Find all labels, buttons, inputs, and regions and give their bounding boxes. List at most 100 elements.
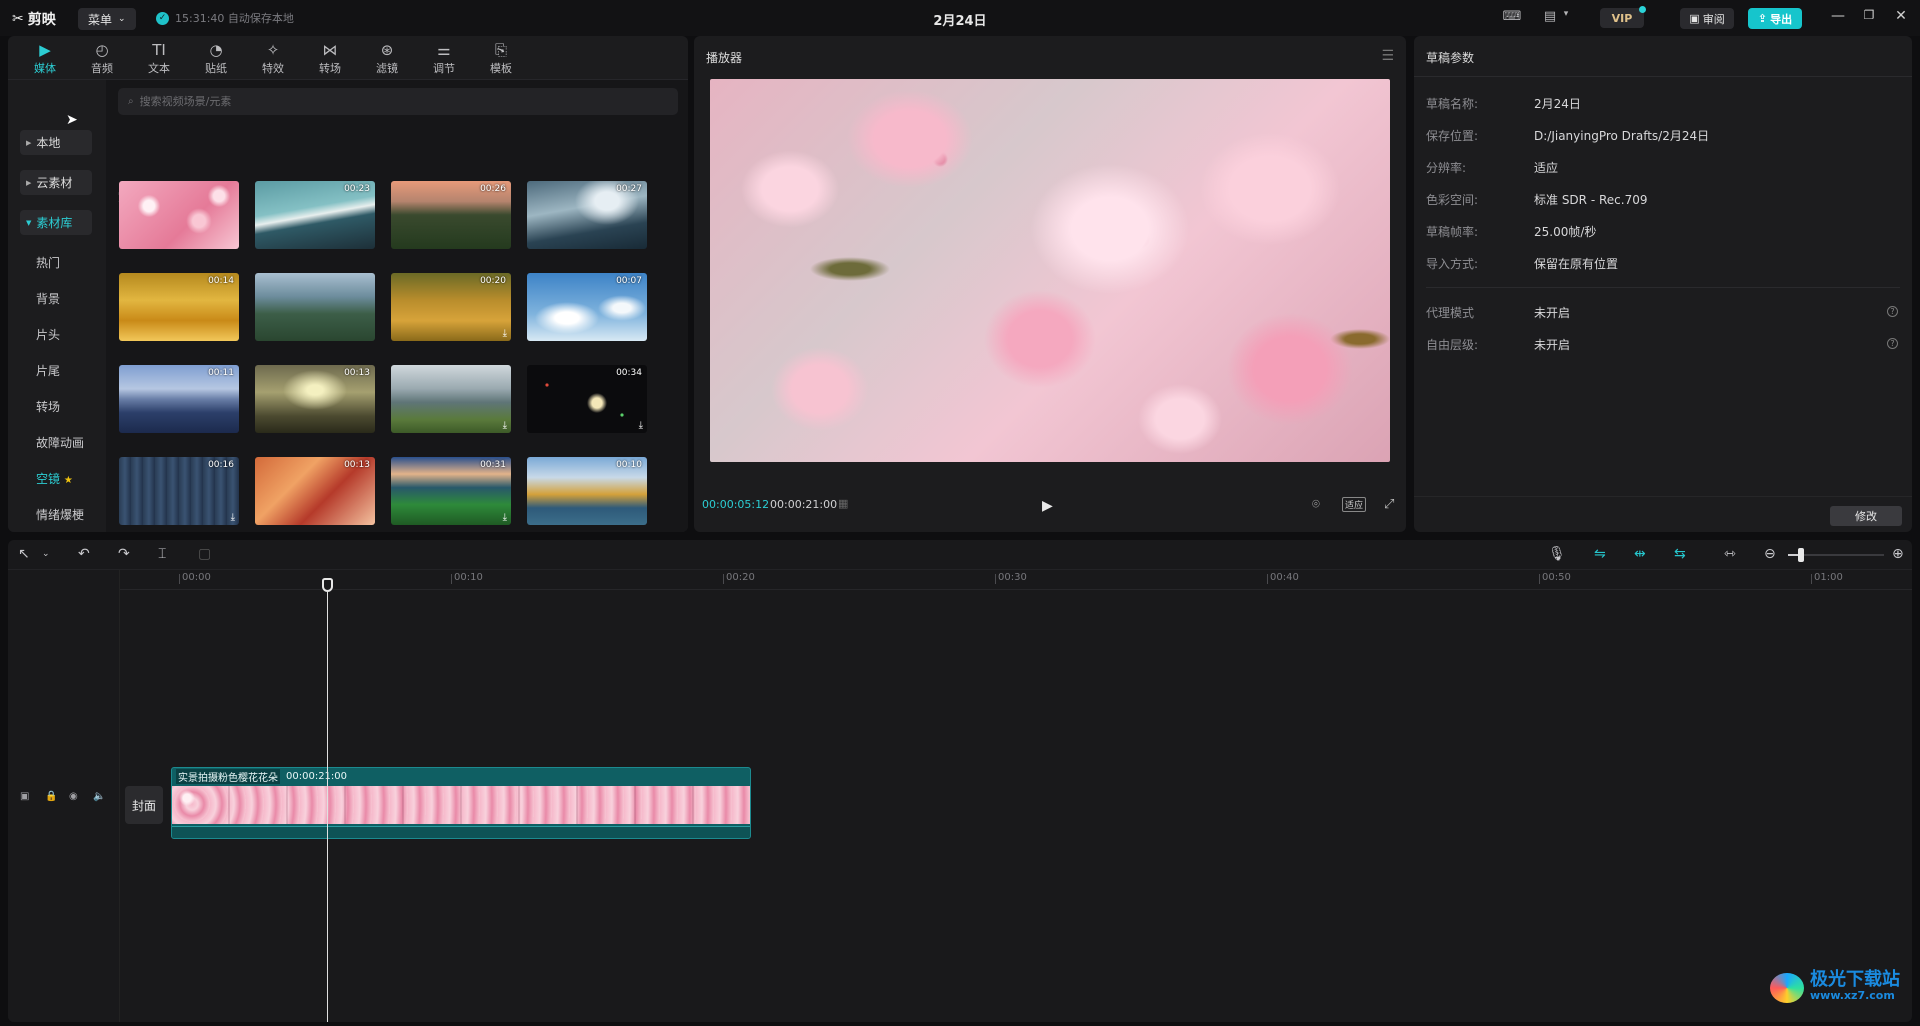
- cover-button[interactable]: 封面: [125, 786, 163, 824]
- review-button[interactable]: ▣ 审阅: [1680, 8, 1734, 29]
- media-thumbnail[interactable]: ⤓: [391, 365, 511, 433]
- split-icon[interactable]: ⌶: [158, 546, 166, 562]
- minimize-icon[interactable]: —: [1827, 8, 1849, 28]
- nav-sub-glitch[interactable]: 故障动画: [36, 434, 84, 451]
- param-label: 草稿名称:: [1426, 97, 1479, 111]
- nav-sub-background[interactable]: 背景: [36, 290, 60, 307]
- menu-button[interactable]: 菜单 ⌄: [78, 8, 136, 30]
- preview-axis-icon[interactable]: ⇿: [1724, 546, 1736, 562]
- volume-icon[interactable]: 🔈: [93, 791, 105, 802]
- video-clip[interactable]: 实景拍摄粉色樱花花朵 00:00:21:00: [171, 767, 751, 839]
- timecode-format-icon[interactable]: ▦: [838, 497, 848, 510]
- nav-library[interactable]: ▼ 素材库: [20, 210, 92, 235]
- media-side-nav: ▶ 本地 ▶ 云素材 ▼ 素材库 热门 背景 片头 片尾 转场 故障动画 空镜 …: [8, 80, 106, 532]
- help-icon[interactable]: ?: [1887, 338, 1898, 349]
- layout-chevron-down-icon[interactable]: ▾: [1556, 9, 1576, 27]
- main-track-magnet-icon[interactable]: ⇋: [1594, 546, 1606, 562]
- search-input[interactable]: [139, 95, 640, 108]
- export-button[interactable]: ⇪ 导出: [1748, 8, 1802, 29]
- watermark-logo-icon: [1770, 973, 1804, 1003]
- media-thumbnail[interactable]: 00:16 ⤓: [119, 457, 239, 525]
- zoom-out-icon[interactable]: ⊖: [1764, 546, 1776, 562]
- media-thumbnail[interactable]: 00:07: [527, 273, 647, 341]
- hamburger-menu-icon[interactable]: ☰: [1381, 48, 1394, 64]
- nav-sub-outro[interactable]: 片尾: [36, 362, 60, 379]
- modify-button[interactable]: 修改: [1830, 506, 1902, 526]
- capcut-app: ✂ 剪映 菜单 ⌄ ✓ 15:31:40 自动保存本地 2月24日 ⌨ ▤ ▾ …: [0, 0, 1920, 1026]
- delete-icon[interactable]: ▢: [198, 546, 211, 562]
- tab-template[interactable]: ⎘ 模板: [476, 40, 526, 78]
- vip-notification-dot: [1639, 6, 1646, 13]
- fullscreen-icon[interactable]: ⤢: [1384, 497, 1394, 512]
- tab-adjust[interactable]: ⚌ 调节: [419, 40, 469, 78]
- nav-sub-hot[interactable]: 热门: [36, 254, 60, 271]
- text-icon: TI: [152, 41, 166, 59]
- media-thumbnail[interactable]: 00:34 ⤓: [527, 365, 647, 433]
- redo-icon[interactable]: ↷: [118, 546, 130, 562]
- download-icon[interactable]: ⤓: [231, 512, 235, 523]
- media-thumbnail[interactable]: 00:23: [255, 181, 375, 249]
- audio-icon: ◴: [95, 41, 109, 59]
- autosave-status: ✓ 15:31:40 自动保存本地: [156, 10, 294, 26]
- tab-text[interactable]: TI 文本: [134, 40, 184, 78]
- microphone-icon[interactable]: 🎙: [1548, 546, 1566, 562]
- chevron-down-icon[interactable]: ⌄: [42, 549, 50, 559]
- zoom-slider-handle[interactable]: [1798, 548, 1804, 562]
- lock-icon[interactable]: 🔒: [45, 791, 57, 802]
- media-thumbnail[interactable]: 00:11: [119, 365, 239, 433]
- media-icon: ▶: [39, 41, 51, 59]
- tab-effects[interactable]: ✧ 特效: [248, 40, 298, 78]
- video-preview[interactable]: [710, 79, 1390, 462]
- media-thumbnail[interactable]: 00:14: [119, 273, 239, 341]
- download-icon[interactable]: ⤓: [503, 328, 507, 339]
- media-thumbnail[interactable]: 00:31 ⤓: [391, 457, 511, 525]
- keyboard-shortcuts-icon[interactable]: ⌨: [1502, 9, 1522, 27]
- media-thumbnail[interactable]: 00:13: [255, 457, 375, 525]
- linkage-icon[interactable]: ⇆: [1674, 546, 1686, 562]
- media-thumbnail[interactable]: 00:27: [527, 181, 647, 249]
- media-thumbnail[interactable]: [255, 273, 375, 341]
- nav-sub-intro[interactable]: 片头: [36, 326, 60, 343]
- media-thumbnail[interactable]: 00:26: [391, 181, 511, 249]
- ratio-button[interactable]: 适应: [1342, 497, 1367, 512]
- media-thumbnail[interactable]: [119, 181, 239, 249]
- track-toggle-icon[interactable]: ▣: [20, 791, 29, 802]
- param-label: 分辨率:: [1426, 161, 1467, 175]
- caret-right-icon: ▶: [26, 138, 32, 147]
- tab-audio[interactable]: ◴ 音频: [77, 40, 127, 78]
- ruler-tick: 00:20: [723, 572, 755, 584]
- time-ruler[interactable]: 00:00 00:10 00:20 00:30 00:40 00:50 01:0…: [120, 570, 1912, 590]
- nav-sub-transition[interactable]: 转场: [36, 398, 60, 415]
- help-icon[interactable]: ?: [1887, 306, 1898, 317]
- tab-sticker[interactable]: ◔ 贴纸: [191, 40, 241, 78]
- auto-snap-icon[interactable]: ⇹: [1634, 546, 1646, 562]
- play-icon[interactable]: ▶: [1042, 498, 1053, 514]
- vip-button[interactable]: VIP: [1600, 8, 1644, 28]
- select-cursor-icon[interactable]: ↖: [18, 546, 30, 562]
- param-value: 未开启: [1534, 338, 1571, 352]
- nav-sub-empty-shot[interactable]: 空镜 ★: [36, 470, 73, 487]
- media-thumbnail[interactable]: 00:20 ⤓: [391, 273, 511, 341]
- undo-icon[interactable]: ↶: [78, 546, 90, 562]
- tab-transition[interactable]: ⋈ 转场: [305, 40, 355, 78]
- nav-cloud[interactable]: ▶ 云素材: [20, 170, 92, 195]
- close-icon[interactable]: ✕: [1890, 8, 1912, 28]
- eye-icon[interactable]: ◉: [69, 791, 78, 802]
- search-bar[interactable]: ⌕: [118, 88, 678, 115]
- ruler-tick: 00:50: [1539, 572, 1571, 584]
- restore-icon[interactable]: ❐: [1858, 8, 1880, 28]
- zoom-in-icon[interactable]: ⊕: [1892, 546, 1904, 562]
- media-thumbnail[interactable]: 00:10: [527, 457, 647, 525]
- chevron-down-icon: ⌄: [118, 14, 126, 24]
- playhead-line[interactable]: [327, 590, 328, 1022]
- nav-sub-meme[interactable]: 情绪爆梗: [36, 506, 84, 523]
- tab-filter[interactable]: ⊛ 滤镜: [362, 40, 412, 78]
- media-thumbnail[interactable]: 00:13: [255, 365, 375, 433]
- download-icon[interactable]: ⤓: [639, 420, 643, 431]
- screenshot-icon[interactable]: ⌾: [1312, 497, 1320, 512]
- tab-media[interactable]: ▶ 媒体: [20, 40, 70, 78]
- download-icon[interactable]: ⤓: [503, 512, 507, 523]
- param-value: 适应: [1534, 161, 1559, 175]
- download-icon[interactable]: ⤓: [503, 420, 507, 431]
- nav-local[interactable]: ▶ 本地: [20, 130, 92, 155]
